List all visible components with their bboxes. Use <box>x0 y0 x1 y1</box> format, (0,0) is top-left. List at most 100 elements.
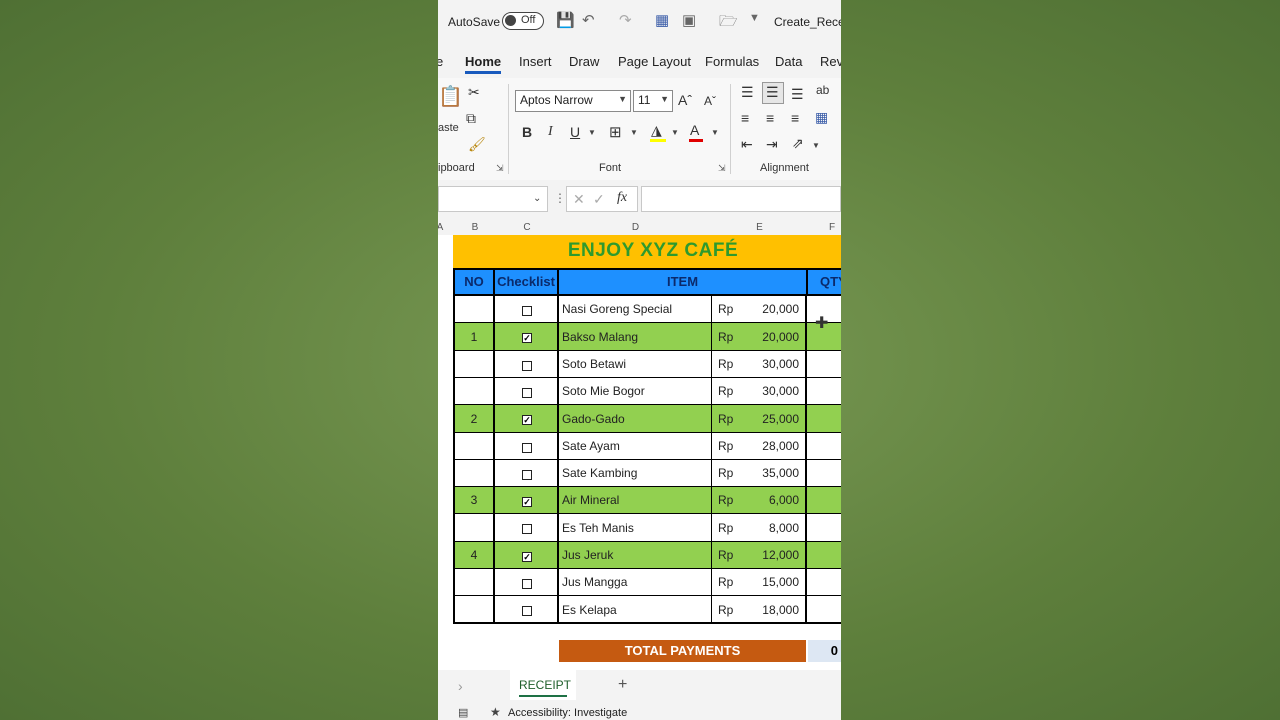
fill-color-icon[interactable]: ◮ <box>651 122 662 139</box>
italic-button[interactable]: I <box>548 124 553 140</box>
column-header-d[interactable]: D <box>559 222 712 233</box>
cancel-icon[interactable]: ✕ <box>573 191 585 208</box>
save-icon[interactable]: 💾 <box>556 11 575 29</box>
borders-icon[interactable]: ⊞ <box>609 123 622 141</box>
item-price: 15,000 <box>762 575 799 589</box>
font-color-icon[interactable]: A <box>690 122 699 138</box>
item-name: Jus Mangga <box>559 569 712 596</box>
chevron-down-icon[interactable]: ▼ <box>812 141 820 150</box>
cut-icon[interactable]: ✂ <box>468 84 480 101</box>
clipboard-launcher-icon[interactable]: ⇲ <box>496 163 504 174</box>
qty-cell[interactable] <box>807 542 841 569</box>
macro-icon[interactable]: ▤ <box>458 706 468 719</box>
item-checkbox[interactable] <box>522 443 532 453</box>
column-header-c[interactable]: C <box>495 222 559 233</box>
tab-data[interactable]: Data <box>775 54 802 69</box>
increase-indent-icon[interactable]: ⇥ <box>766 136 778 153</box>
orientation-icon[interactable]: ⇗ <box>792 135 804 152</box>
sheet-tab-receipt[interactable]: RECEIPT <box>510 670 576 700</box>
align-center-icon[interactable]: ≡ <box>766 110 774 126</box>
item-checkbox[interactable] <box>522 470 532 480</box>
tab-page-layout[interactable]: Page Layout <box>618 54 691 69</box>
decrease-indent-icon[interactable]: ⇤ <box>741 136 753 153</box>
customize-qat-icon[interactable]: ▼ <box>749 12 760 24</box>
align-top-icon[interactable]: ☰ <box>741 84 754 101</box>
increase-font-size-icon[interactable]: Aˆ <box>678 92 692 108</box>
item-price: 25,000 <box>762 412 799 426</box>
qty-cell[interactable] <box>807 487 841 514</box>
column-header-a[interactable]: A <box>438 222 444 233</box>
add-sheet-button[interactable]: + <box>618 676 627 694</box>
redo-icon[interactable]: ↷ <box>619 11 632 29</box>
autosave-toggle[interactable]: Off <box>502 12 544 30</box>
item-checkbox[interactable]: ✓ <box>522 333 532 343</box>
tab-draw[interactable]: Draw <box>569 54 599 69</box>
name-box[interactable]: ⌄ <box>438 186 548 212</box>
tab-home[interactable]: Home <box>465 54 501 69</box>
qty-cell[interactable] <box>807 569 841 596</box>
item-checkbox[interactable]: ✓ <box>522 497 532 507</box>
accessibility-status[interactable]: Accessibility: Investigate <box>508 707 627 719</box>
copy-icon[interactable]: ⧉ <box>466 110 476 127</box>
column-headers: A B C D E F <box>438 220 841 235</box>
item-checkbox[interactable] <box>522 606 532 616</box>
merge-center-icon[interactable]: ▦ <box>815 109 828 126</box>
enter-icon[interactable]: ✓ <box>593 191 605 208</box>
font-launcher-icon[interactable]: ⇲ <box>718 163 726 174</box>
underline-button[interactable]: U <box>570 124 580 140</box>
ribbon: 📋 aste ✂ ⧉ 🖌 ipboard ⇲ Aptos Narrow ▼ 11… <box>438 78 841 180</box>
tab-formulas[interactable]: Formulas <box>705 54 759 69</box>
tab-insert[interactable]: Insert <box>519 54 552 69</box>
bold-button[interactable]: B <box>522 124 532 140</box>
qty-cell[interactable] <box>807 514 841 542</box>
formula-input[interactable] <box>641 186 841 212</box>
decrease-font-size-icon[interactable]: Aˇ <box>704 94 716 108</box>
chevron-down-icon[interactable]: ▼ <box>711 128 719 137</box>
align-bottom-icon[interactable]: ☰ <box>791 86 804 103</box>
chevron-down-icon[interactable]: ▼ <box>671 128 679 137</box>
form-icon[interactable]: ▦ <box>655 11 669 29</box>
open-folder-icon[interactable]: 🗁 <box>719 11 738 36</box>
chevron-down-icon[interactable]: ▼ <box>630 128 638 137</box>
chevron-down-icon: ⌄ <box>533 193 542 204</box>
undo-icon[interactable]: ↶ <box>582 11 595 29</box>
column-header-f[interactable]: F <box>807 222 841 233</box>
column-header-b[interactable]: B <box>455 222 495 233</box>
print-preview-icon[interactable]: ▣ <box>682 11 696 29</box>
item-checkbox[interactable] <box>522 361 532 371</box>
item-checkbox[interactable] <box>522 579 532 589</box>
tab-review[interactable]: Rev <box>820 54 841 69</box>
currency-label: Rp <box>718 575 734 589</box>
item-name: Sate Kambing <box>559 460 712 487</box>
align-middle-button[interactable]: ☰ <box>762 82 784 104</box>
item-checkbox[interactable] <box>522 524 532 534</box>
insert-function-icon[interactable]: fx <box>617 190 627 206</box>
item-checkbox[interactable] <box>522 388 532 398</box>
format-painter-icon[interactable]: 🖌 <box>468 136 486 153</box>
row-number <box>455 378 495 405</box>
align-left-icon[interactable]: ≡ <box>741 110 749 126</box>
font-size-combo[interactable]: 11 ▼ <box>633 90 673 112</box>
font-name-combo[interactable]: Aptos Narrow ▼ <box>515 90 631 112</box>
wrap-text-icon[interactable]: ab <box>816 83 829 97</box>
qty-cell[interactable] <box>807 433 841 460</box>
qty-cell[interactable] <box>807 378 841 405</box>
item-price: 30,000 <box>762 384 799 398</box>
row-number <box>455 296 495 323</box>
align-right-icon[interactable]: ≡ <box>791 110 799 126</box>
item-checkbox[interactable]: ✓ <box>522 415 532 425</box>
column-header-e[interactable]: E <box>712 222 807 233</box>
tab-file[interactable]: e <box>438 54 443 69</box>
qty-cell[interactable] <box>807 351 841 378</box>
more-options-icon[interactable]: ⋮ <box>554 191 566 205</box>
qty-cell[interactable] <box>807 460 841 487</box>
qty-cell[interactable] <box>807 405 841 433</box>
chevron-right-icon[interactable]: › <box>458 678 463 694</box>
item-checkbox[interactable]: ✓ <box>522 552 532 562</box>
chevron-down-icon[interactable]: ▼ <box>588 128 596 137</box>
item-checkbox[interactable] <box>522 306 532 316</box>
paste-icon[interactable]: 📋 <box>438 84 463 109</box>
sheet-tab-label: RECEIPT <box>519 678 572 692</box>
accessibility-icon[interactable]: ★ <box>490 705 501 719</box>
qty-cell[interactable] <box>807 596 841 624</box>
